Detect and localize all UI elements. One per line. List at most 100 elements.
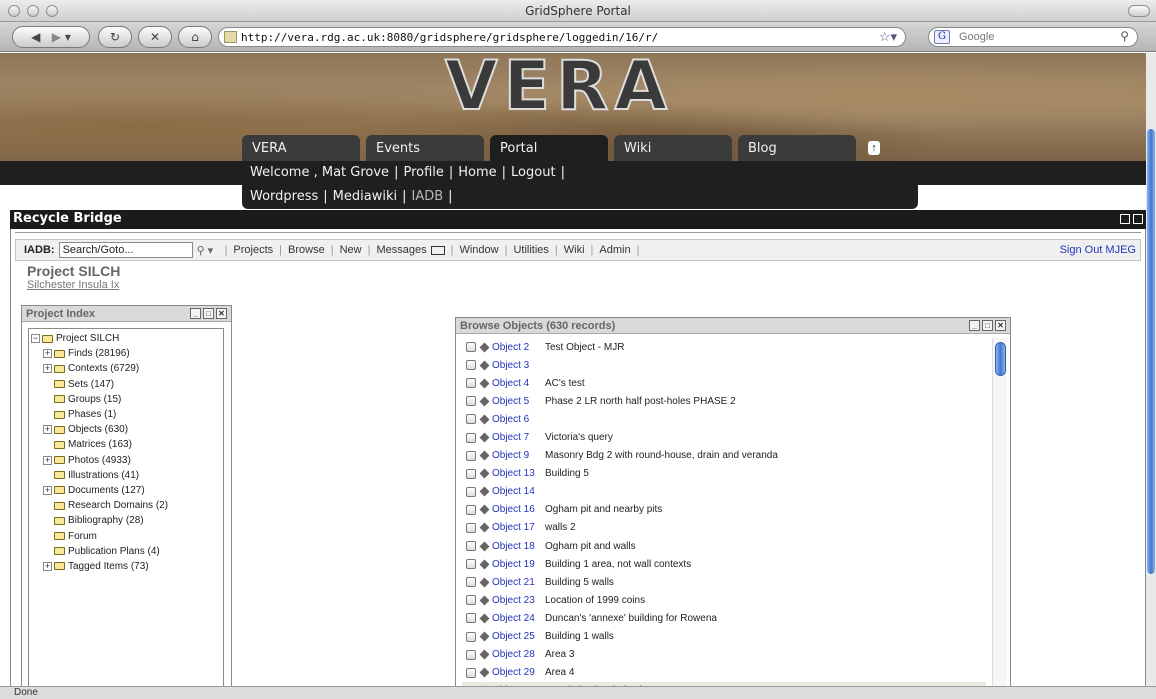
tree-item[interactable]: Matrices (163): [31, 437, 223, 452]
menu-browse[interactable]: Browse: [288, 244, 325, 256]
object-link[interactable]: Object 3: [492, 360, 545, 371]
mediawiki-link[interactable]: Mediawiki: [333, 189, 397, 204]
object-link[interactable]: Object 4: [492, 378, 545, 389]
tree-item[interactable]: Illustrations (41): [31, 468, 223, 483]
row-checkbox[interactable]: [466, 613, 476, 624]
iadb-search-input[interactable]: [58, 242, 193, 258]
expand-icon[interactable]: +: [43, 364, 52, 374]
bookmark-star-icon[interactable]: ☆▾: [879, 29, 897, 45]
browse-objects-header[interactable]: Browse Objects (630 records) _ □ ✕: [456, 318, 1010, 334]
url-bar[interactable]: http://vera.rdg.ac.uk:8080/gridsphere/gr…: [218, 27, 906, 47]
row-checkbox[interactable]: [466, 649, 476, 660]
tree-item[interactable]: + Finds (28196): [31, 346, 223, 361]
tab-wiki[interactable]: Wiki: [614, 135, 732, 161]
menu-admin[interactable]: Admin: [599, 244, 630, 256]
expand-icon[interactable]: +: [43, 455, 52, 465]
page-scroll-thumb[interactable]: [1147, 129, 1155, 574]
object-link[interactable]: Object 14: [492, 486, 545, 497]
search-icon[interactable]: ⚲: [1120, 29, 1129, 43]
minimize-panel-icon[interactable]: _: [190, 308, 201, 319]
sign-out-link[interactable]: Sign Out MJEG: [1060, 244, 1136, 256]
tree-item[interactable]: Bibliography (28): [31, 513, 223, 528]
tree-item[interactable]: + Objects (630): [31, 422, 223, 437]
project-index-header[interactable]: Project Index _ □ ✕: [22, 306, 231, 322]
row-checkbox[interactable]: [466, 595, 476, 606]
minimize-panel-icon[interactable]: _: [969, 320, 980, 331]
object-link[interactable]: Object 2: [492, 342, 545, 353]
minimize-portlet-icon[interactable]: [1120, 214, 1130, 224]
object-link[interactable]: Object 24: [492, 613, 545, 624]
object-link[interactable]: Object 28: [492, 649, 545, 660]
menu-new[interactable]: New: [340, 244, 362, 256]
toolbar-toggle-icon[interactable]: [1128, 5, 1150, 17]
row-checkbox[interactable]: [466, 667, 476, 678]
tab-events[interactable]: Events: [366, 135, 484, 161]
tree-item[interactable]: Groups (15): [31, 392, 223, 407]
envelope-icon[interactable]: [430, 245, 445, 255]
tab-blog[interactable]: Blog: [738, 135, 856, 161]
expand-icon[interactable]: +: [43, 561, 52, 571]
object-link[interactable]: Object 6: [492, 414, 545, 425]
collapse-icon[interactable]: −: [31, 334, 40, 344]
row-checkbox[interactable]: [466, 468, 476, 479]
object-link[interactable]: Object 16: [492, 504, 545, 515]
project-subtitle[interactable]: Silchester Insula Ix: [27, 279, 119, 291]
expand-icon[interactable]: +: [43, 349, 52, 359]
object-link[interactable]: Object 25: [492, 631, 545, 642]
profile-link[interactable]: Profile: [403, 165, 443, 180]
row-checkbox[interactable]: [466, 378, 476, 389]
list-scroll-thumb[interactable]: [995, 342, 1006, 376]
tree-item[interactable]: Research Domains (2): [31, 498, 223, 513]
object-link[interactable]: Object 13: [492, 468, 545, 479]
tree-item[interactable]: + Photos (4933): [31, 453, 223, 468]
restore-panel-icon[interactable]: □: [982, 320, 993, 331]
row-checkbox[interactable]: [466, 504, 476, 515]
row-checkbox[interactable]: [466, 631, 476, 642]
tree-root[interactable]: − Project SILCH: [31, 331, 223, 346]
tree-item[interactable]: + Documents (127): [31, 483, 223, 498]
row-checkbox[interactable]: [466, 486, 476, 497]
tree-item[interactable]: Publication Plans (4): [31, 544, 223, 559]
row-checkbox[interactable]: [466, 522, 476, 533]
search-engine-icon[interactable]: G: [934, 30, 950, 44]
tree-item[interactable]: Phases (1): [31, 407, 223, 422]
close-panel-icon[interactable]: ✕: [995, 320, 1006, 331]
object-link[interactable]: Object 17: [492, 522, 545, 533]
search-dropdown-icon[interactable]: ⚲ ▾: [197, 244, 219, 257]
forward-arrow-icon[interactable]: ▶: [52, 30, 61, 44]
tab-portal[interactable]: Portal: [490, 135, 608, 161]
tree-item[interactable]: + Tagged Items (73): [31, 559, 223, 574]
row-checkbox[interactable]: [466, 559, 476, 570]
row-checkbox[interactable]: [466, 396, 476, 407]
row-checkbox[interactable]: [466, 577, 476, 588]
page-scrollbar[interactable]: [1146, 53, 1156, 699]
wordpress-link[interactable]: Wordpress: [250, 189, 318, 204]
tab-vera[interactable]: VERA: [242, 135, 360, 161]
search-bar[interactable]: G Google ⚲: [928, 27, 1138, 47]
object-link[interactable]: Object 18: [492, 541, 545, 552]
row-checkbox[interactable]: [466, 360, 476, 371]
list-scrollbar[interactable]: [992, 338, 1007, 694]
stop-button[interactable]: ✕: [138, 26, 172, 48]
menu-projects[interactable]: Projects: [233, 244, 273, 256]
menu-window[interactable]: Window: [459, 244, 498, 256]
object-link[interactable]: Object 23: [492, 595, 545, 606]
home-button[interactable]: ⌂: [178, 26, 212, 48]
logout-link[interactable]: Logout: [511, 165, 556, 180]
row-checkbox[interactable]: [466, 432, 476, 443]
object-link[interactable]: Object 21: [492, 577, 545, 588]
reload-button[interactable]: ↻: [98, 26, 132, 48]
maximize-portlet-icon[interactable]: [1133, 214, 1143, 224]
row-checkbox[interactable]: [466, 342, 476, 353]
menu-utilities[interactable]: Utilities: [513, 244, 548, 256]
expand-icon[interactable]: +: [43, 425, 52, 435]
home-link[interactable]: Home: [458, 165, 496, 180]
object-link[interactable]: Object 7: [492, 432, 545, 443]
restore-panel-icon[interactable]: □: [203, 308, 214, 319]
close-panel-icon[interactable]: ✕: [216, 308, 227, 319]
object-link[interactable]: Object 29: [492, 667, 545, 678]
row-checkbox[interactable]: [466, 450, 476, 461]
row-checkbox[interactable]: [466, 414, 476, 425]
object-link[interactable]: Object 19: [492, 559, 545, 570]
object-link[interactable]: Object 9: [492, 450, 545, 461]
